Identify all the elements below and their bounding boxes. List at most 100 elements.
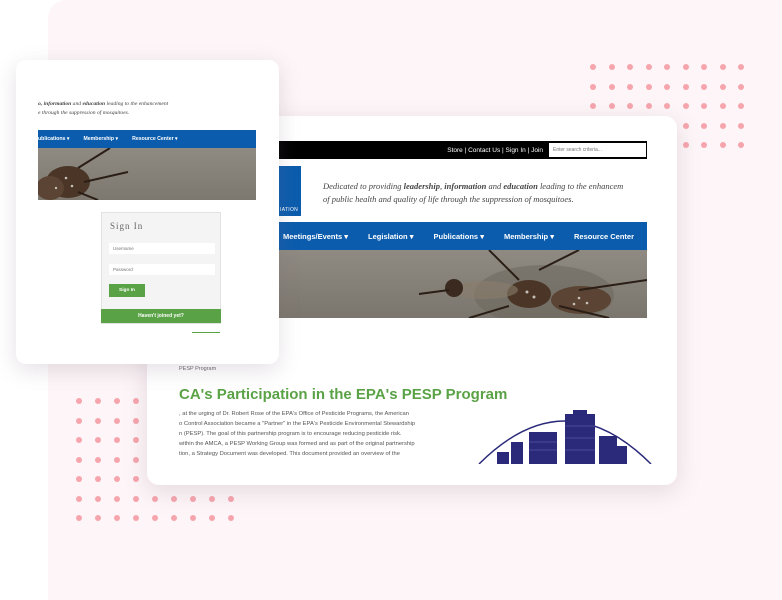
decor-dot [738, 83, 744, 90]
article-line: within the AMCA, a PESP Working Group wa… [179, 441, 415, 447]
decor-dot [738, 142, 744, 148]
chevron-down-icon: ▾ [175, 136, 178, 142]
decor-dot [209, 495, 215, 502]
decor-dot [114, 398, 120, 404]
mosquito-illustration [418, 250, 647, 318]
login-card-nav: ublications ▾ Membership ▾ Resource Cent… [38, 130, 256, 148]
decor-dot [76, 398, 82, 404]
divider [192, 332, 220, 333]
decor-dot [95, 515, 101, 521]
decor-dot [682, 83, 689, 90]
search-input[interactable] [549, 143, 646, 157]
decor-dot [95, 437, 101, 443]
chevron-down-icon: ▾ [550, 231, 554, 241]
decor-dot [608, 103, 615, 109]
breadcrumb[interactable]: PESP Program [179, 366, 216, 372]
decor-dot [95, 456, 101, 463]
decor-dot [738, 64, 744, 70]
nav-item-resource-center[interactable]: Resource Center ▾ [125, 136, 185, 142]
article-line: n (PESP). The goal of this partnership p… [179, 431, 402, 437]
decor-dot [76, 515, 82, 521]
decor-dot [190, 515, 196, 521]
decor-dot [664, 103, 670, 109]
decor-dot [133, 495, 139, 502]
nav-item-membership[interactable]: Membership ▾ [76, 136, 125, 142]
decor-dot [701, 83, 707, 90]
decor-dot [590, 64, 596, 70]
main-nav: Meetings/Events ▾ Legislation ▾ Publicat… [279, 222, 647, 250]
login-preview-card: o, information and education leading to … [16, 60, 279, 364]
decor-dot [133, 515, 139, 521]
decor-dot [664, 83, 670, 90]
decor-dot [171, 515, 177, 521]
nav-item-membership[interactable]: Membership ▾ [494, 232, 564, 241]
utility-links[interactable]: Store | Contact Us | Sign In | Join [447, 147, 543, 154]
decor-dot [682, 142, 689, 148]
decor-dot [76, 437, 82, 443]
decor-dot [133, 437, 139, 443]
decor-dot [590, 103, 596, 109]
decor-dot [590, 83, 596, 90]
utility-bar: Store | Contact Us | Sign In | Join [279, 141, 647, 159]
mosquito-hero-image [279, 250, 647, 318]
decor-dot [114, 495, 120, 502]
decor-dot [608, 64, 615, 70]
chevron-down-icon: ▾ [344, 231, 349, 241]
decor-dot [209, 515, 215, 521]
sign-in-title: Sign In [110, 221, 144, 231]
decor-dot [133, 456, 139, 463]
decor-dot [228, 495, 234, 502]
decor-dot [171, 495, 177, 502]
decor-dot [627, 103, 633, 109]
article-line: o Control Association became a "Partner"… [179, 421, 416, 427]
nav-item-legislation[interactable]: Legislation ▾ [358, 232, 423, 241]
mosquito-illustration [38, 148, 129, 200]
nav-item-publications[interactable]: ublications ▾ [38, 136, 76, 142]
decor-dot [114, 437, 120, 443]
decor-dot [76, 476, 82, 482]
sign-in-button[interactable]: Sign In [109, 284, 145, 297]
decor-dot [95, 417, 101, 424]
chevron-down-icon: ▾ [66, 136, 70, 142]
decor-dot [719, 83, 726, 90]
screenshot-stage: Store | Contact Us | Sign In | Join ® IA… [0, 0, 782, 600]
login-card-tagline: o, information and education leading to … [38, 101, 169, 116]
join-prompt-button[interactable]: Haven't joined yet? [101, 309, 221, 323]
username-field[interactable] [109, 243, 215, 254]
nav-item-resource-center[interactable]: Resource Center [564, 232, 644, 241]
tagline: Dedicated to providing leadership, infor… [323, 181, 624, 204]
decor-dot [719, 64, 726, 70]
decor-dot [738, 103, 744, 109]
decor-dot [95, 495, 101, 502]
decor-dot [719, 142, 726, 148]
decor-dot [114, 417, 120, 424]
sign-in-panel: Sign In Sign In [101, 212, 221, 324]
decor-dot [95, 476, 101, 482]
decor-dot [719, 103, 726, 109]
decor-dot [664, 64, 670, 70]
decor-dot [114, 456, 120, 463]
decor-dot [682, 122, 689, 129]
decor-dot [645, 83, 652, 90]
decor-dot [627, 64, 633, 70]
article-body: , at the urging of Dr. Robert Rose of th… [179, 409, 479, 459]
decor-dot [701, 64, 707, 70]
decor-dot [95, 398, 101, 404]
skyline-illustration [478, 410, 652, 464]
decor-dot [133, 417, 139, 424]
decor-dot [701, 103, 707, 109]
logo-text: IATION [280, 207, 299, 213]
decor-dot [627, 83, 633, 90]
mosquito-hero-image [38, 148, 256, 200]
decor-dot [682, 103, 689, 109]
decor-dot [228, 515, 234, 521]
nav-item-publications[interactable]: Publications ▾ [424, 232, 494, 241]
password-field[interactable] [109, 264, 215, 275]
decor-dot [701, 142, 707, 148]
decor-dot [719, 122, 726, 129]
nav-item-meetings-events[interactable]: Meetings/Events ▾ [279, 232, 358, 241]
decor-dot [738, 122, 744, 129]
registered-mark: ® [295, 167, 300, 173]
decor-dot [608, 83, 615, 90]
decor-dot [152, 495, 158, 502]
